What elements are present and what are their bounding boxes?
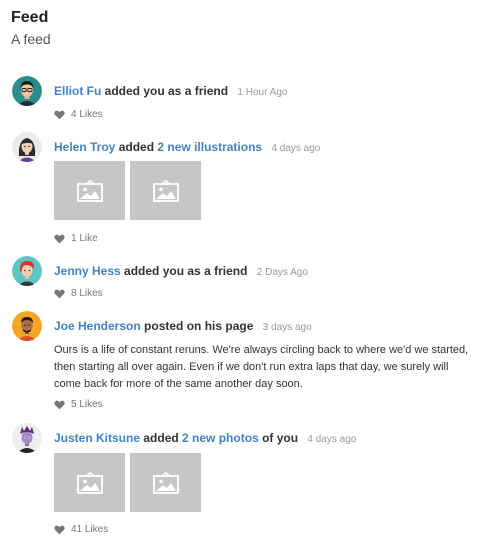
image-placeholder-icon — [76, 471, 103, 494]
event-action: added — [118, 140, 155, 154]
event-meta: 41 Likes — [54, 523, 108, 537]
event-date: 2 Days Ago — [256, 267, 308, 278]
event-summary: Helen Troy added 2 new illustrations 4 d… — [54, 132, 320, 162]
like-count: 8 Likes — [71, 288, 103, 299]
page-title: Feed — [11, 9, 49, 26]
like-button[interactable]: 8 Likes — [54, 287, 103, 301]
like-count: 41 Likes — [71, 524, 109, 535]
image-thumbnail[interactable] — [54, 453, 125, 512]
event-summary: Jenny Hess added you as a friend 2 Days … — [54, 256, 308, 286]
like-count: 5 Likes — [71, 399, 103, 410]
image-placeholder-icon — [152, 471, 179, 494]
image-thumbnail[interactable] — [130, 161, 201, 220]
user-link[interactable]: Elliot Fu — [54, 84, 101, 98]
image-gallery — [54, 161, 201, 220]
event-date: 1 Hour Ago — [237, 87, 288, 98]
content-link[interactable]: 2 new photos — [182, 431, 259, 445]
avatar[interactable] — [12, 76, 42, 106]
event-action: posted on his page — [144, 319, 254, 333]
avatar[interactable] — [12, 311, 42, 341]
image-placeholder-icon — [76, 179, 103, 202]
event-date: 4 days ago — [307, 434, 357, 445]
like-button[interactable]: 5 Likes — [54, 398, 103, 412]
avatar[interactable] — [12, 256, 42, 286]
heart-icon — [54, 289, 65, 299]
heart-icon — [54, 400, 65, 410]
feed-header: Feed A feed — [11, 8, 51, 49]
heart-icon — [54, 110, 65, 120]
avatar[interactable] — [12, 423, 42, 453]
event-action: added you as a friend — [104, 84, 229, 98]
user-link[interactable]: Jenny Hess — [54, 264, 121, 278]
image-placeholder-icon — [152, 179, 179, 202]
event-date: 3 days ago — [262, 322, 312, 333]
event-summary: Joe Henderson posted on his page 3 days … — [54, 311, 312, 341]
event-meta: 8 Likes — [54, 287, 103, 301]
event-action: added — [143, 431, 179, 445]
avatar[interactable] — [12, 132, 42, 162]
like-button[interactable]: 4 Likes — [54, 108, 103, 122]
event-meta: 4 Likes — [54, 108, 103, 122]
user-link[interactable]: Justen Kitsune — [54, 431, 140, 445]
event-meta: 1 Like — [54, 232, 98, 246]
heart-icon — [54, 234, 65, 244]
heart-icon — [54, 525, 65, 535]
content-link[interactable]: 2 new illustrations — [157, 140, 262, 154]
event-date: 4 days ago — [271, 143, 321, 154]
user-link[interactable]: Helen Troy — [54, 140, 115, 154]
like-button[interactable]: 41 Likes — [54, 523, 108, 537]
event-action: added you as a friend — [124, 264, 248, 278]
event-summary: Elliot Fu added you as a friend 1 Hour A… — [54, 76, 287, 106]
image-gallery — [54, 453, 201, 512]
event-meta: 5 Likes — [54, 398, 103, 412]
like-button[interactable]: 1 Like — [54, 232, 98, 246]
post-text: Ours is a life of constant reruns. We're… — [54, 344, 469, 390]
event-summary: Justen Kitsune added 2 new photos of you… — [54, 423, 356, 453]
page-subtitle: A feed — [11, 31, 51, 47]
user-link[interactable]: Joe Henderson — [54, 319, 141, 333]
like-count: 1 Like — [71, 233, 98, 244]
event-action-suffix: of you — [262, 431, 299, 445]
image-thumbnail[interactable] — [54, 161, 125, 220]
like-count: 4 Likes — [71, 109, 103, 120]
image-thumbnail[interactable] — [130, 453, 201, 512]
